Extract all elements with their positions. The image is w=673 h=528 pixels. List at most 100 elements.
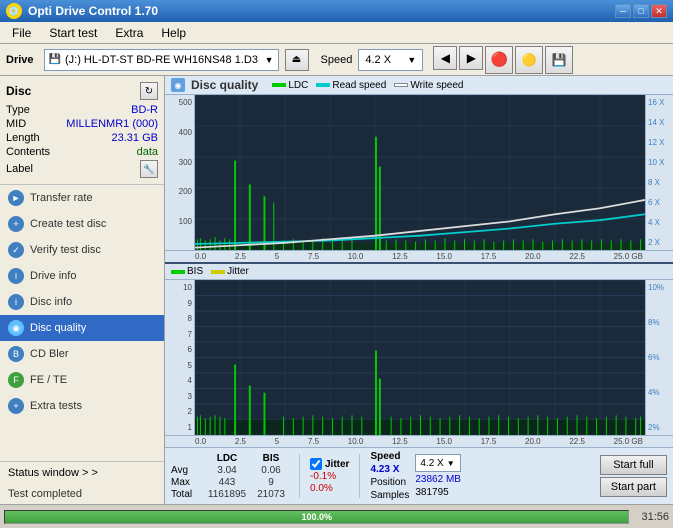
status-window-button[interactable]: Status window > > xyxy=(0,461,164,484)
legend-ldc-color xyxy=(272,83,286,87)
stats-speed-header: Speed xyxy=(370,451,409,462)
nav-label-transfer-rate: Transfer rate xyxy=(30,192,93,204)
save-button[interactable]: 💾 xyxy=(545,46,573,74)
drive-icon: 💾 xyxy=(49,54,61,65)
stats-bis-col: BIS 0.06 9 21073 xyxy=(253,453,289,500)
nav-label-disc-info: Disc info xyxy=(30,296,72,308)
drive-toolbar: Drive 💾 (J:) HL-DT-ST BD-RE WH16NS48 1.D… xyxy=(0,44,673,76)
disc-mid-row: MID MILLENMR1 (000) xyxy=(6,118,158,130)
legend-read-speed-label: Read speed xyxy=(332,80,386,91)
chart1-container: 500 400 300 200 100 xyxy=(165,95,673,264)
drive-name-text: (J:) HL-DT-ST BD-RE WH16NS48 1.D3 xyxy=(65,54,258,66)
chart1-inner: 500 400 300 200 100 xyxy=(165,95,673,250)
sidebar-item-fe-te[interactable]: F FE / TE xyxy=(0,367,164,393)
stats-speed-select[interactable]: 4.2 X ▼ xyxy=(415,454,461,472)
stats-ldc-col: LDC 3.04 443 1161895 xyxy=(207,453,247,500)
stats-max-ldc: 443 xyxy=(207,477,247,488)
jitter-checkbox[interactable] xyxy=(310,458,322,470)
stats-position-value: 23862 MB xyxy=(415,474,461,485)
menu-start-test[interactable]: Start test xyxy=(41,24,105,42)
stats-position-label: Position xyxy=(370,477,409,488)
drive-label: Drive xyxy=(6,54,34,66)
chart2-container: 10 9 8 7 6 5 4 3 2 1 xyxy=(165,280,673,447)
nav-label-fe-te: FE / TE xyxy=(30,374,67,386)
start-part-button[interactable]: Start part xyxy=(600,477,667,497)
legend-read-speed-color xyxy=(316,83,330,87)
prev-button[interactable]: ◀ xyxy=(433,46,457,70)
next-button[interactable]: ▶ xyxy=(459,46,483,70)
sidebar-item-verify-test-disc[interactable]: ✓ Verify test disc xyxy=(0,237,164,263)
status-window-label: Status window > > xyxy=(8,467,98,479)
menu-help[interactable]: Help xyxy=(153,24,194,42)
disc-refresh-button[interactable]: ↻ xyxy=(140,82,158,100)
stats-area: Avg Max Total LDC 3.04 443 1161895 BIS 0… xyxy=(165,447,673,504)
nav-label-drive-info: Drive info xyxy=(30,270,76,282)
disc-contents-value: data xyxy=(137,146,158,158)
sidebar-bottom: Status window > > Test completed xyxy=(0,461,164,504)
nav-label-extra-tests: Extra tests xyxy=(30,400,82,412)
legend-bis: BIS xyxy=(171,266,203,277)
stats-speed-right-col: 4.2 X ▼ 23862 MB 381795 xyxy=(415,454,461,498)
stats-samples-label: Samples xyxy=(370,490,409,501)
disc-quality-title: Disc quality xyxy=(191,78,258,92)
legend: LDC Read speed Write speed xyxy=(272,80,463,91)
maximize-button[interactable]: □ xyxy=(633,4,649,18)
menu-file[interactable]: File xyxy=(4,24,39,42)
fe-te-icon: F xyxy=(8,372,24,388)
chart1-plot xyxy=(195,95,645,250)
record-button[interactable]: 🔴 xyxy=(485,46,513,74)
nav-label-cd-bler: CD Bler xyxy=(30,348,69,360)
max-label: Max xyxy=(171,477,201,488)
disc-section: Disc ↻ Type BD-R MID MILLENMR1 (000) Len… xyxy=(0,76,164,185)
speed-select[interactable]: 4.2 X ▼ xyxy=(358,49,423,71)
legend-bis-color xyxy=(171,270,185,274)
eject-button[interactable]: ⏏ xyxy=(285,49,309,71)
stats-total-bis: 21073 xyxy=(253,489,289,500)
minimize-button[interactable]: ─ xyxy=(615,4,631,18)
erase-button[interactable]: 🟡 xyxy=(515,46,543,74)
legend-bis-label: BIS xyxy=(187,266,203,277)
verify-test-icon: ✓ xyxy=(8,242,24,258)
stats-divider1 xyxy=(299,454,300,498)
chart1-x-labels: 0.0 2.5 5 7.5 10.0 12.5 15.0 17.5 20.0 2… xyxy=(165,250,673,262)
chart2-plot xyxy=(195,280,645,435)
legend-write-speed-color xyxy=(394,83,408,87)
chart2-y-right: 10% 8% 6% 4% 2% xyxy=(645,280,673,435)
disc-quality-header: ◉ Disc quality LDC Read speed Write spee… xyxy=(165,76,673,95)
stats-max-bis: 9 xyxy=(253,477,289,488)
nav-label-disc-quality: Disc quality xyxy=(30,322,86,334)
stats-avg-jitter: -0.1% xyxy=(310,471,349,482)
sidebar-item-disc-info[interactable]: i Disc info xyxy=(0,289,164,315)
stats-max-jitter: 0.0% xyxy=(310,483,349,494)
disc-label-label: Label xyxy=(6,163,33,175)
menu-extra[interactable]: Extra xyxy=(107,24,151,42)
sidebar-item-extra-tests[interactable]: + Extra tests xyxy=(0,393,164,419)
start-full-button[interactable]: Start full xyxy=(600,455,667,475)
disc-mid-label: MID xyxy=(6,118,26,130)
transfer-rate-icon: ► xyxy=(8,190,24,206)
stats-divider2 xyxy=(359,454,360,498)
chart2-x-labels: 0.0 2.5 5 7.5 10.0 12.5 15.0 17.5 20.0 2… xyxy=(165,435,673,447)
legend-jitter-color xyxy=(211,270,225,274)
sidebar-item-drive-info[interactable]: i Drive info xyxy=(0,263,164,289)
sidebar-item-disc-quality[interactable]: ◉ Disc quality xyxy=(0,315,164,341)
disc-contents-row: Contents data xyxy=(6,146,158,158)
stats-speed-value: 4.23 X xyxy=(370,464,409,475)
extra-tests-icon: + xyxy=(8,398,24,414)
sidebar-item-transfer-rate[interactable]: ► Transfer rate xyxy=(0,185,164,211)
sidebar-item-create-test-disc[interactable]: + Create test disc xyxy=(0,211,164,237)
drive-select[interactable]: 💾 (J:) HL-DT-ST BD-RE WH16NS48 1.D3 ▼ xyxy=(44,49,279,71)
drive-dropdown-arrow[interactable]: ▼ xyxy=(265,55,274,65)
stats-speed-select-value: 4.2 X xyxy=(420,458,443,469)
total-label: Total xyxy=(171,489,201,500)
app-icon: 💿 xyxy=(6,3,22,19)
disc-label-button[interactable]: 🔧 xyxy=(140,160,158,178)
title-bar-left: 💿 Opti Drive Control 1.70 xyxy=(6,3,158,19)
sidebar: Disc ↻ Type BD-R MID MILLENMR1 (000) Len… xyxy=(0,76,165,504)
speed-dropdown-arrow[interactable]: ▼ xyxy=(407,55,416,65)
sidebar-item-cd-bler[interactable]: B CD Bler xyxy=(0,341,164,367)
stats-avg-ldc: 3.04 xyxy=(207,465,247,476)
disc-label-row: Label 🔧 xyxy=(6,160,158,178)
legend-read-speed: Read speed xyxy=(316,80,386,91)
close-button[interactable]: ✕ xyxy=(651,4,667,18)
